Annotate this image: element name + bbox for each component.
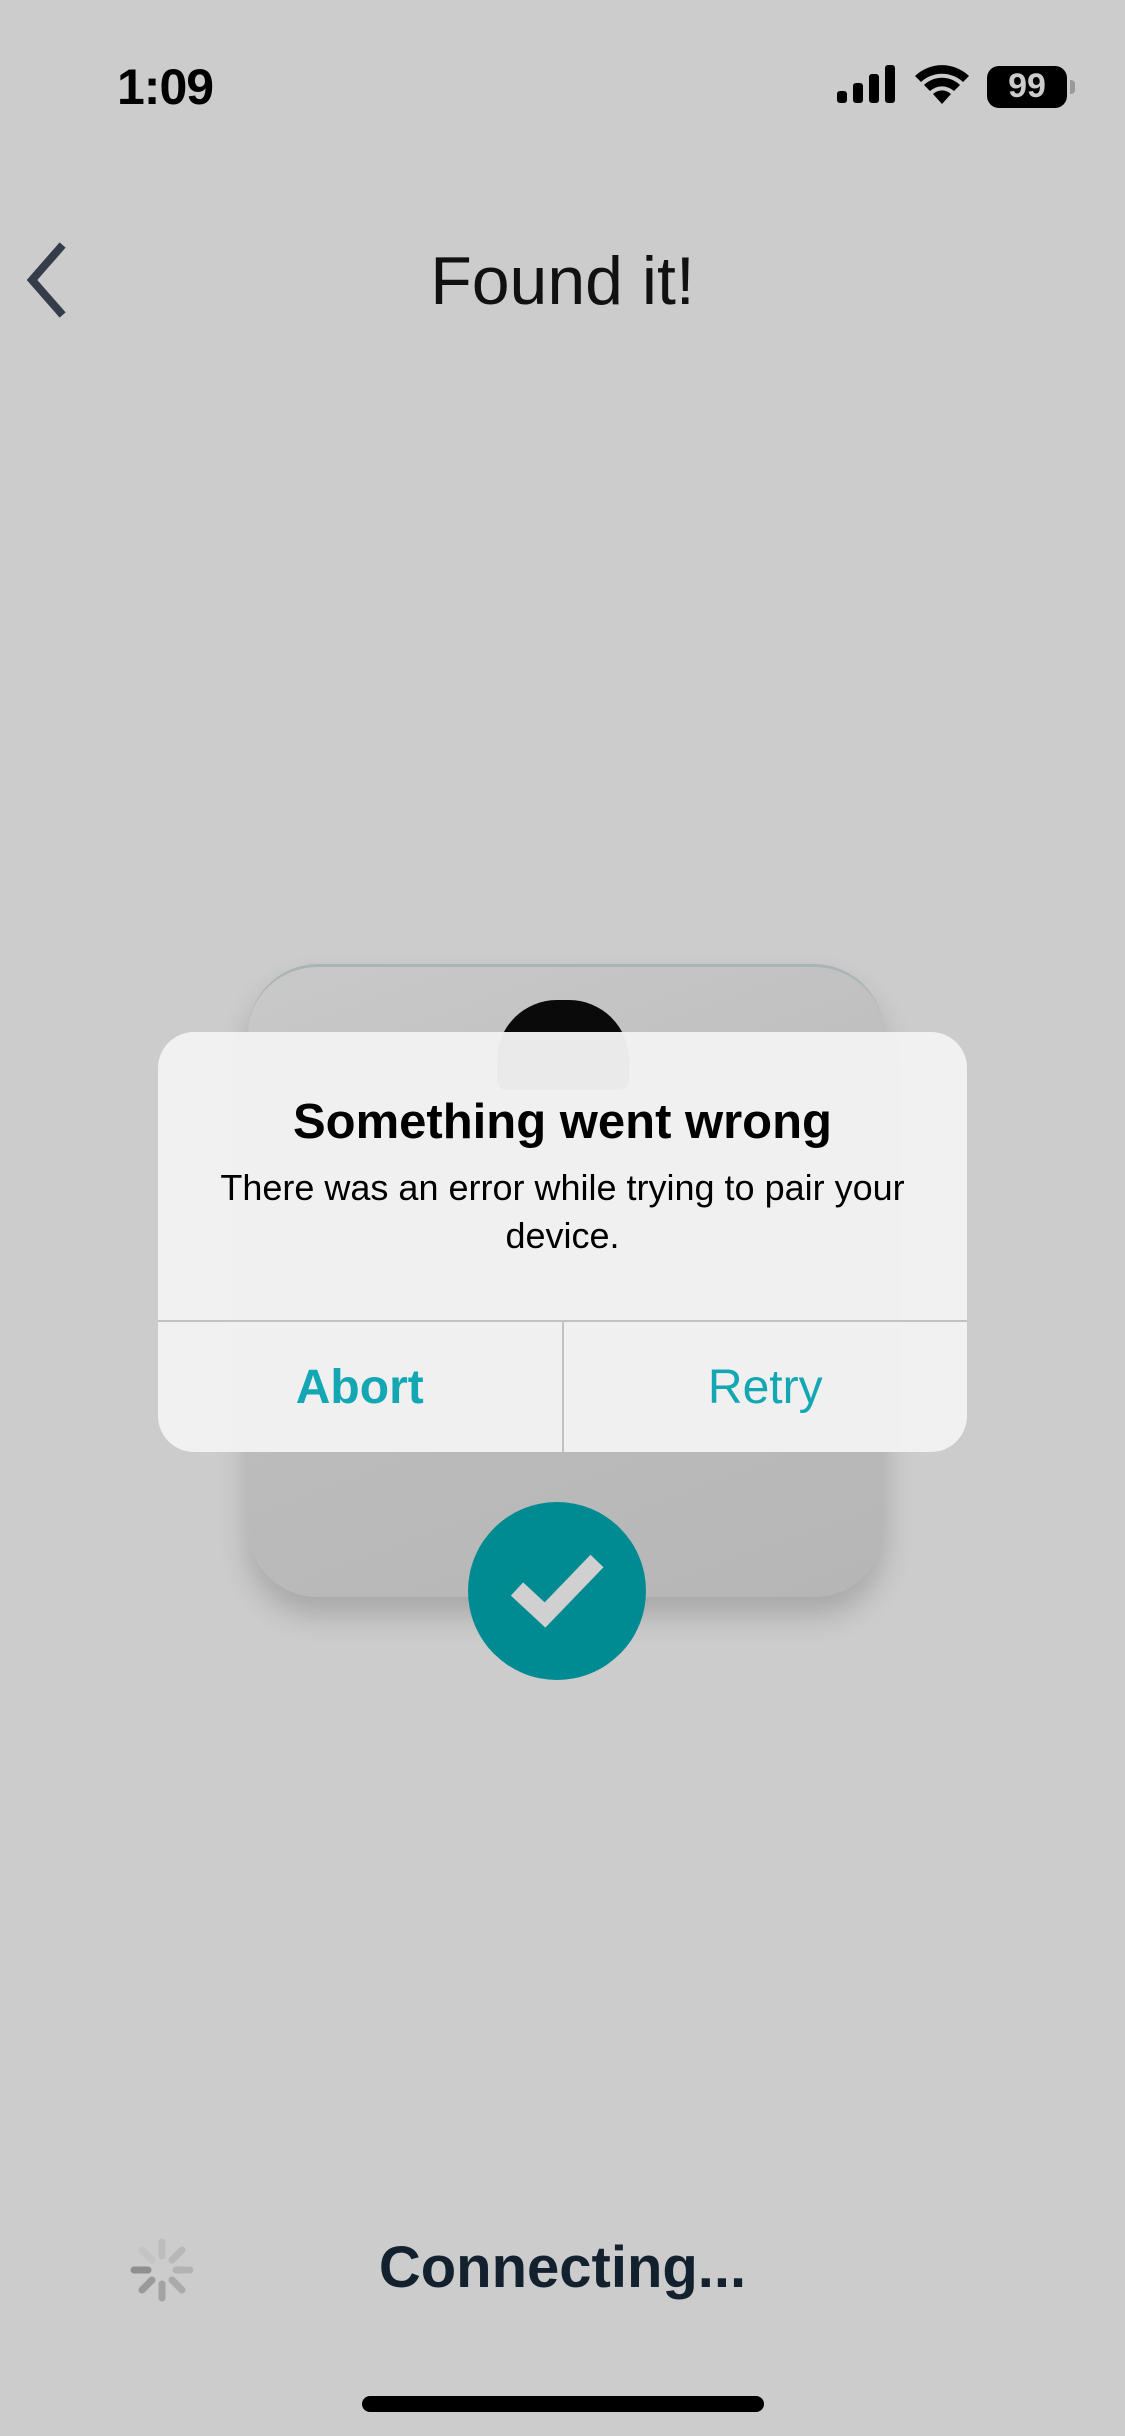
success-badge	[468, 1502, 646, 1680]
footer-status: Connecting...	[0, 2220, 1125, 2320]
retry-button[interactable]: Retry	[564, 1322, 968, 1452]
alert-title: Something went wrong	[293, 1095, 832, 1149]
abort-button[interactable]: Abort	[158, 1322, 564, 1452]
error-alert-dialog: Something went wrong There was an error …	[158, 1032, 967, 1452]
checkmark-icon	[507, 1549, 607, 1634]
alert-body: Something went wrong There was an error …	[158, 1032, 967, 1322]
alert-message: There was an error while trying to pair …	[220, 1167, 905, 1256]
alert-actions: Abort Retry	[158, 1322, 967, 1452]
connecting-status-text: Connecting...	[378, 2235, 747, 2300]
home-indicator[interactable]	[362, 2396, 764, 2412]
